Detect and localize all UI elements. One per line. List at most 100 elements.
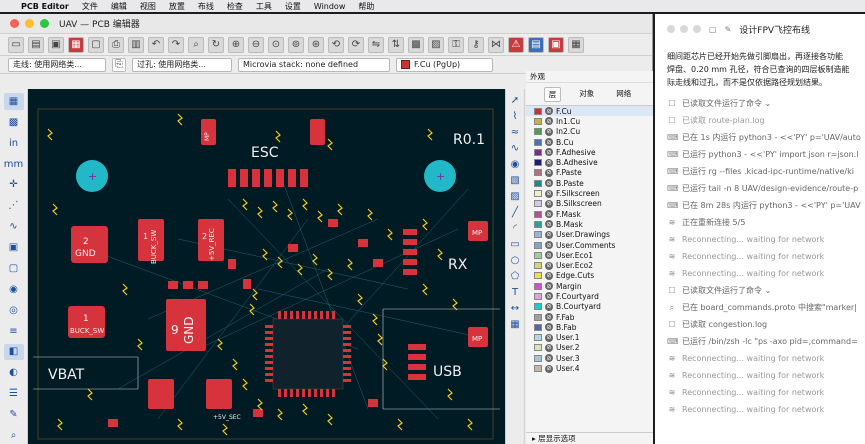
layer-row[interactable]: ⊘ F.Paste	[526, 168, 653, 178]
layer-color-swatch[interactable]	[534, 262, 542, 270]
layer-row[interactable]: ⊘ F.Silkscreen	[526, 188, 653, 198]
layer-row[interactable]: ⊘ Margin	[526, 281, 653, 291]
visibility-icon[interactable]: ⊘	[545, 138, 553, 147]
layer-color-swatch[interactable]	[534, 334, 542, 342]
scripting-icon[interactable]: ▤	[528, 36, 544, 53]
route-track-icon[interactable]: ⌇	[513, 111, 518, 122]
layer-color-swatch[interactable]	[534, 128, 542, 136]
chat-activity-row[interactable]: ≋ Reconnecting... waiting for network	[655, 384, 865, 401]
inches-icon[interactable]: in	[4, 135, 24, 152]
chat-activity-row[interactable]: ☐ 已读取 route-plan.log	[655, 112, 865, 129]
active-layer-select[interactable]: F.Cu (PgUp)	[396, 57, 493, 72]
layer-row[interactable]: ⊘ Edge.Cuts	[526, 271, 653, 281]
chat-close-icon[interactable]	[667, 25, 675, 33]
visibility-icon[interactable]: ⊘	[545, 364, 553, 373]
5v-sec-pad[interactable]	[206, 379, 232, 409]
layer-row[interactable]: ⊘ F.Courtyard	[526, 291, 653, 301]
layer-color-swatch[interactable]	[534, 107, 542, 115]
ungroup-icon[interactable]: ▨	[428, 36, 444, 53]
visibility-icon[interactable]: ⊘	[545, 127, 553, 136]
chat-activity-row[interactable]: ⌨ 已运行 tail -n 8 UAV/design-evidence/route…	[655, 180, 865, 197]
visibility-icon[interactable]: ⊘	[545, 292, 553, 301]
text-tool-icon[interactable]: T	[512, 287, 518, 298]
layer-color-swatch[interactable]	[534, 344, 542, 352]
layer-color-swatch[interactable]	[534, 138, 542, 146]
footprint-editor-icon[interactable]: ▣	[548, 36, 564, 53]
menu-place[interactable]: 放置	[169, 1, 185, 12]
grid-icon[interactable]: ▦	[3, 93, 24, 110]
visibility-icon[interactable]: ⊘	[545, 158, 553, 167]
chat-zoom-icon[interactable]	[693, 25, 701, 33]
curved-ratsnest-icon[interactable]: ∿	[4, 218, 24, 235]
refresh-icon[interactable]: ↻	[208, 36, 224, 53]
visibility-icon[interactable]: ⊘	[545, 241, 553, 249]
layer-color-swatch[interactable]	[534, 148, 542, 156]
polar-grid-icon[interactable]: ▩	[4, 114, 24, 131]
rule-area-icon[interactable]: ▨	[510, 191, 519, 202]
track-fill-icon[interactable]: ≡	[4, 323, 24, 340]
library-icon[interactable]: ▦	[568, 36, 584, 53]
menu-help[interactable]: 帮助	[358, 1, 374, 12]
tune-length-icon[interactable]: ∿	[511, 143, 519, 154]
chat-activity-row[interactable]: ⌨ 已运行 rg --files .kicad-ipc-runtime/nativ…	[655, 163, 865, 180]
draw-arc-icon[interactable]: ◜	[513, 223, 517, 234]
buck-sw-pad-small[interactable]	[148, 379, 174, 409]
chat-activity-row[interactable]: ≋ Reconnecting... waiting for network	[655, 401, 865, 418]
chat-activity-row[interactable]: ⌕ 已在 board_commands.proto 中搜索"marker|	[655, 299, 865, 316]
diff-pair-icon[interactable]: ≈	[511, 127, 519, 138]
pad-fill-icon[interactable]: ◉	[4, 281, 24, 298]
dimension-icon[interactable]: ↔	[511, 303, 519, 314]
layer-color-swatch[interactable]	[534, 200, 542, 208]
properties-icon[interactable]: ✎	[4, 406, 24, 423]
chat-activity-row[interactable]: ≋ Reconnecting... waiting for network	[655, 350, 865, 367]
redo-icon[interactable]: ↷	[168, 36, 184, 53]
add-zone-icon[interactable]: ▧	[510, 175, 519, 186]
layer-color-swatch[interactable]	[534, 323, 542, 331]
layer-color-swatch[interactable]	[534, 210, 542, 218]
layer-color-swatch[interactable]	[534, 303, 542, 311]
layer-row[interactable]: ⊘ B.Paste	[526, 178, 653, 188]
rotate-cw-icon[interactable]: ⟳	[348, 36, 364, 53]
visibility-icon[interactable]: ⊘	[545, 323, 553, 332]
add-via-icon[interactable]: ◉	[511, 159, 520, 170]
auto-width-icon[interactable]: ⎘	[112, 57, 126, 72]
mp-pad[interactable]	[310, 119, 325, 145]
minimize-window-icon[interactable]	[25, 19, 34, 28]
visibility-icon[interactable]: ⊘	[545, 271, 553, 280]
visibility-icon[interactable]: ⊘	[545, 261, 553, 270]
cursor-icon[interactable]: ✛	[4, 177, 24, 194]
layer-color-swatch[interactable]	[534, 117, 542, 125]
visibility-icon[interactable]: ⊘	[545, 282, 553, 291]
visibility-icon[interactable]: ⊘	[545, 313, 553, 322]
zone-fill-icon[interactable]: ▣	[4, 239, 24, 256]
layer-row[interactable]: ⊘ B.Silkscreen	[526, 199, 653, 209]
board-setup-icon[interactable]: ▦	[68, 36, 84, 53]
zone-outline-icon[interactable]: ▢	[4, 260, 24, 277]
menu-view[interactable]: 视图	[140, 1, 156, 12]
visibility-icon[interactable]: ⊘	[545, 230, 553, 239]
menu-file[interactable]: 文件	[82, 1, 98, 12]
layer-color-swatch[interactable]	[534, 179, 542, 187]
menu-tools[interactable]: 工具	[256, 1, 272, 12]
layer-row[interactable]: ⊘ F.Cu	[526, 106, 653, 117]
group-icon[interactable]: ▩	[408, 36, 424, 53]
chat-activity-row[interactable]: ≋ 正在重新连接 5/5	[655, 214, 865, 231]
visibility-icon[interactable]: ⊘	[545, 220, 553, 229]
layer-row[interactable]: ⊘ F.Mask	[526, 209, 653, 219]
new-board-icon[interactable]: ▭	[8, 36, 24, 53]
track-width-select[interactable]: 走线: 使用网络类...	[8, 57, 106, 72]
layer-row[interactable]: ⊘ User.Eco1	[526, 250, 653, 260]
layer-row[interactable]: ⊘ B.Courtyard	[526, 302, 653, 312]
draw-rect-icon[interactable]: ▭	[510, 239, 519, 250]
save-icon[interactable]: ▣	[48, 36, 64, 53]
chat-activity-row[interactable]: ≋ Reconnecting... waiting for network	[655, 248, 865, 265]
draw-line-icon[interactable]: ╱	[512, 207, 518, 218]
visibility-icon[interactable]: ⊘	[545, 210, 553, 219]
draw-circle-icon[interactable]: ○	[511, 255, 520, 266]
layer-color-swatch[interactable]	[534, 365, 542, 373]
visibility-icon[interactable]: ⊘	[545, 189, 553, 198]
chat-activity-row[interactable]: ☐ 已读取文件运行了命令 ⌄	[655, 95, 865, 112]
visibility-icon[interactable]: ⊘	[545, 302, 553, 311]
menu-preferences[interactable]: 设置	[285, 1, 301, 12]
visibility-icon[interactable]: ⊘	[545, 333, 553, 342]
